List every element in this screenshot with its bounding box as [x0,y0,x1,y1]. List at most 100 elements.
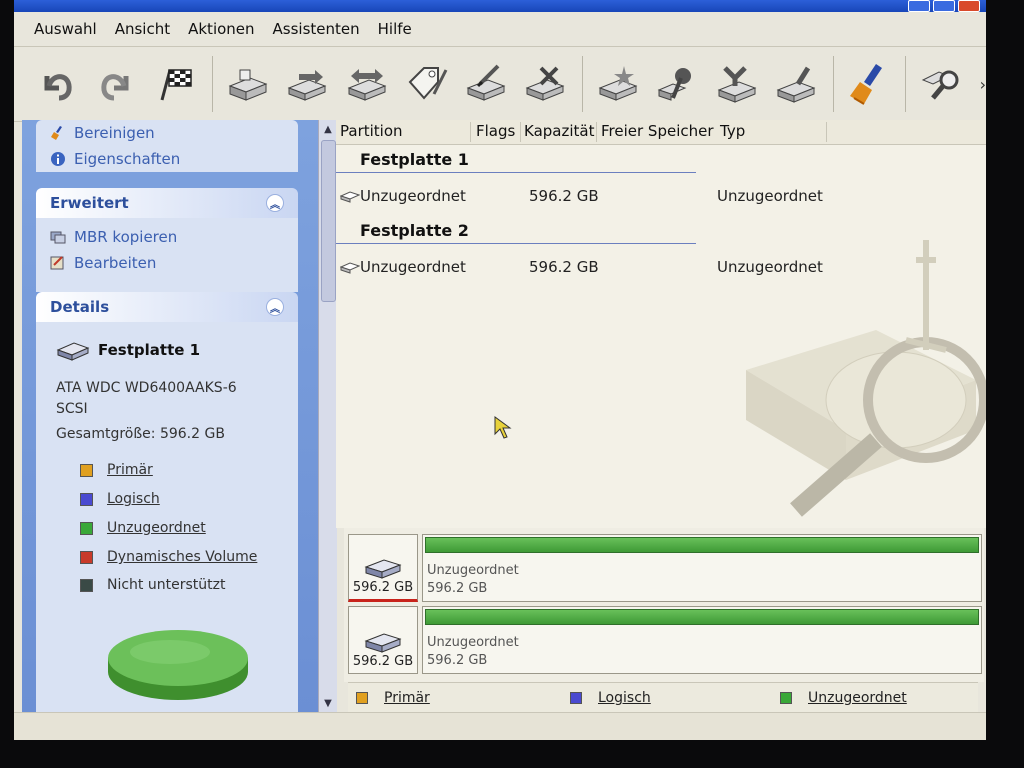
task-bereinigen[interactable]: Bereinigen [50,120,286,146]
wipe-button[interactable] [771,58,820,110]
logical-swatch [80,492,93,506]
toolbar-separator [905,56,907,112]
task-eigenschaften[interactable]: Eigenschaften [50,146,286,172]
menu-auswahl[interactable]: Auswahl [34,20,97,38]
new-disk-button[interactable] [593,58,642,110]
new-disk-icon [598,66,638,101]
col-type[interactable]: Typ [720,122,745,140]
usage-bar [425,537,979,553]
details-content: Festplatte 1 ATA WDC WD6400AAKS-6 SCSI G… [36,322,298,720]
list-row[interactable]: Unzugeordnet 596.2 GB Unzugeordnet [340,258,960,280]
disk-map-row: 596.2 GB Unzugeordnet 596.2 GB [348,606,984,676]
scroll-down-icon[interactable]: ▼ [319,694,337,712]
title-bar [14,0,986,12]
collapse-chevron-icon[interactable]: ︽ [266,194,284,212]
partition-label: Unzugeordnet [427,635,519,650]
column-header: Partition Flags Kapazität Freier Speiche… [336,120,986,145]
undo-button[interactable] [32,58,81,110]
merge-icon [717,66,756,103]
collapse-chevron-icon[interactable]: ︽ [266,298,284,316]
unallocated-icon [340,262,360,274]
task-label: Eigenschaften [74,150,181,168]
legend-logical: Logisch [570,690,651,706]
undo-icon [44,74,72,101]
unallocated-swatch [780,692,792,704]
scroll-thumb[interactable] [321,140,336,302]
legend-logical: Logisch [80,491,160,507]
details-disk-title: Festplatte 1 [56,338,200,362]
merge-button[interactable] [712,58,761,110]
maximize-button[interactable] [933,0,955,12]
search-button[interactable] [916,58,965,110]
task-label: Bearbeiten [74,254,157,272]
cleanup-button[interactable] [844,58,893,110]
list-row[interactable]: Unzugeordnet 596.2 GB Unzugeordnet [340,187,960,209]
scroll-up-icon[interactable]: ▲ [319,120,337,138]
delete-partition-icon [525,66,565,101]
col-capacity[interactable]: Kapazität [524,122,594,140]
disk-tile[interactable]: 596.2 GB [348,606,418,674]
cleanup-icon [51,126,62,140]
toolbar: › [14,46,986,122]
legend-unallocated: Unzugeordnet [80,520,206,536]
wipe-icon [776,66,816,103]
task-pane-scrollbar[interactable]: ▲ ▼ [318,120,337,712]
menu-ansicht[interactable]: Ansicht [115,20,170,38]
status-bar [14,712,986,740]
legend-unallocated: Unzugeordnet [780,690,907,706]
resize-partition-button[interactable] [342,58,391,110]
edit-icon [50,256,64,270]
toolbar-separator [212,56,214,112]
legend-primary: Primär [356,690,430,706]
col-flags[interactable]: Flags [476,122,515,140]
menu-hilfe[interactable]: Hilfe [378,20,412,38]
apply-button[interactable] [151,58,200,110]
partition-block[interactable]: Unzugeordnet 596.2 GB [422,606,982,674]
primary-swatch [356,692,368,704]
task-pane: Bereinigen Eigenschaften Erweitert ︽ MBR… [22,120,318,720]
properties-button[interactable] [652,58,701,110]
label-partition-button[interactable] [402,58,451,110]
menu-assistenten[interactable]: Assistenten [273,20,360,38]
col-partition[interactable]: Partition [340,122,403,140]
minimize-button[interactable] [908,0,930,12]
disk-total-size: Gesamtgröße: 596.2 GB [56,426,225,442]
move-partition-icon [288,70,327,101]
create-partition-icon [228,69,268,101]
details-header[interactable]: Details ︽ [36,292,298,322]
partition-block[interactable]: Unzugeordnet 596.2 GB [422,534,982,602]
unallocated-icon [340,191,360,203]
toolbar-separator [582,56,583,112]
disk-map-row: 596.2 GB Unzugeordnet 596.2 GB [348,534,984,604]
format-partition-button[interactable] [461,58,510,110]
menu-aktionen[interactable]: Aktionen [188,20,254,38]
hard-disk-icon [364,633,402,653]
partition-list: Partition Flags Kapazität Freier Speiche… [336,120,986,528]
advanced-header[interactable]: Erweitert ︽ [36,188,298,218]
toolbar-overflow-button[interactable]: › [980,75,986,94]
close-button[interactable] [958,0,980,12]
col-free[interactable]: Freier Speicher [601,122,714,140]
delete-partition-button[interactable] [521,58,570,110]
legend-primary: Primär [80,462,153,478]
app-window: Auswahl Ansicht Aktionen Assistenten Hil… [14,0,986,740]
move-partition-button[interactable] [283,58,332,110]
dynamic-swatch [80,550,93,564]
disk-size: 596.2 GB [352,580,414,595]
search-icon [921,70,959,100]
create-partition-button[interactable] [223,58,272,110]
disk-tile[interactable]: 596.2 GB [348,534,418,602]
logical-swatch [570,692,582,704]
group-festplatte-2: Festplatte 2 [360,221,469,240]
toolbar-separator [832,56,834,112]
mouse-cursor-icon [494,416,512,439]
task-mbr-kopieren[interactable]: MBR kopieren [50,224,286,250]
partition-label: Unzugeordnet [427,563,519,578]
info-icon [51,152,65,166]
disk-model: ATA WDC WD6400AAKS-6 [56,380,237,396]
details-box: Details ︽ Festplatte 1 ATA WDC WD6400AAK… [36,292,298,720]
format-partition-icon [466,64,506,101]
task-bearbeiten[interactable]: Bearbeiten [50,250,286,276]
disk-size: 596.2 GB [352,654,414,669]
redo-button[interactable] [91,58,140,110]
